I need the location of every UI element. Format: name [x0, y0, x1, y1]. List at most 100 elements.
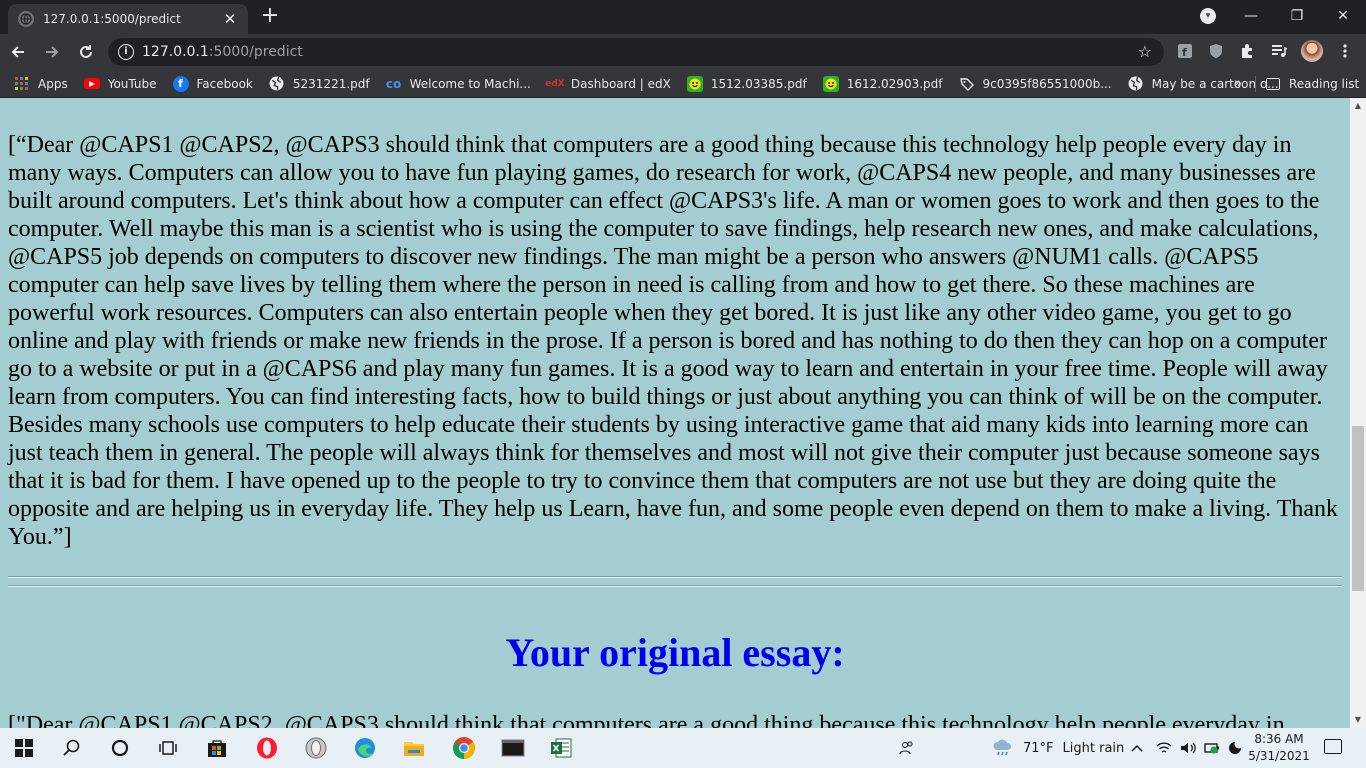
smiley-icon	[822, 75, 839, 92]
bookmark-label: May be a cartoon o...	[1151, 76, 1279, 91]
tag-icon	[959, 76, 975, 92]
volume-icon[interactable]	[1179, 736, 1199, 760]
opera-gx-icon[interactable]	[304, 736, 328, 760]
close-tab-icon[interactable]: ✕	[222, 10, 238, 28]
youtube-icon	[83, 78, 100, 89]
reading-list-button[interactable]: Reading list	[1266, 70, 1359, 98]
menu-kebab-icon[interactable]	[1336, 42, 1354, 60]
bookmark-label: Facebook	[196, 76, 253, 91]
cortana-icon[interactable]	[108, 736, 132, 760]
bookmark-label: YouTube	[107, 76, 157, 91]
bookmarks-divider	[1255, 76, 1256, 92]
bookmark-pdf-1512[interactable]: 1512.03385.pdf	[686, 75, 807, 92]
predicted-essay-text: [“Dear @CAPS1 @CAPS2, @CAPS3 should thin…	[8, 132, 1339, 550]
opera-icon[interactable]	[255, 736, 279, 760]
scrollbar-thumb[interactable]	[1352, 426, 1364, 591]
bookmark-facebook[interactable]: f Facebook	[172, 75, 253, 92]
shield-icon[interactable]	[1207, 42, 1225, 60]
search-icon[interactable]	[60, 736, 84, 760]
bookmark-label: Welcome to Machi...	[409, 76, 531, 91]
terminal-icon[interactable]	[500, 736, 526, 760]
globe-icon	[18, 11, 34, 27]
scroll-up-arrow-icon[interactable]: ▲	[1350, 98, 1366, 114]
notification-center-icon[interactable]	[1324, 739, 1342, 754]
original-essay-text: ["Dear @CAPS1 @CAPS2, @CAPS3 should thin…	[8, 712, 1285, 728]
bookmark-9c0395[interactable]: 9c0395f86551000b...	[959, 76, 1112, 92]
forward-button[interactable]	[36, 38, 68, 66]
reading-list-label: Reading list	[1289, 77, 1360, 91]
more-bookmarks-chevron-icon[interactable]: »	[1234, 76, 1242, 91]
chrome-icon[interactable]	[451, 736, 477, 760]
bookmark-label: Dashboard | edX	[570, 76, 671, 91]
apps-grid-icon	[14, 76, 30, 92]
profile-avatar[interactable]	[1301, 40, 1323, 62]
focus-assist-icon[interactable]	[1226, 736, 1244, 760]
globe-icon	[269, 76, 285, 92]
scroll-down-arrow-icon[interactable]: ▼	[1350, 712, 1366, 728]
bookmark-label: 5231221.pdf	[292, 76, 370, 91]
extension-f-icon[interactable]: f	[1176, 42, 1194, 60]
extensions-puzzle-icon[interactable]	[1238, 42, 1256, 60]
reading-list-icon	[1266, 78, 1280, 90]
back-button[interactable]	[2, 38, 34, 66]
horizontal-rule	[8, 585, 1342, 587]
tab-search-icon[interactable]: ▾	[1200, 8, 1216, 24]
bookmark-edx[interactable]: edX Dashboard | edX	[545, 76, 671, 92]
reload-icon	[80, 45, 92, 58]
chevron-up-icon[interactable]	[1128, 736, 1146, 760]
facebook-icon: f	[172, 75, 189, 92]
clock-date: 5/31/2021	[1248, 749, 1310, 763]
task-view-icon[interactable]	[156, 736, 180, 760]
file-explorer-icon[interactable]	[402, 736, 426, 760]
clock-time: 8:36 AM	[1254, 732, 1304, 746]
weather-description: Light rain	[1062, 740, 1125, 756]
globe-icon	[1128, 76, 1144, 92]
media-playlist-icon[interactable]	[1270, 42, 1288, 60]
address-bar[interactable]: i 127.0.0.1:5000/predict ☆	[108, 38, 1164, 66]
browser-toolbar: i 127.0.0.1:5000/predict ☆ f	[0, 34, 1366, 70]
bookmark-welcome-machine[interactable]: co Welcome to Machi...	[386, 76, 531, 92]
edge-icon[interactable]	[353, 736, 377, 760]
original-essay-heading: Your original essay:	[505, 630, 845, 675]
rain-cloud-icon	[993, 739, 1012, 756]
windows-taskbar: 71°F Light rain 8:36 AM 5/31/2021	[0, 728, 1366, 768]
people-icon[interactable]	[895, 736, 919, 760]
back-arrow-icon	[11, 46, 24, 58]
bookmark-label: 1512.03385.pdf	[710, 76, 807, 91]
bookmark-label: 1612.02903.pdf	[846, 76, 943, 91]
tab-title: 127.0.0.1:5000/predict	[43, 12, 181, 26]
bookmark-youtube[interactable]: YouTube	[83, 76, 157, 91]
excel-icon[interactable]	[549, 736, 573, 760]
coursera-icon: co	[385, 76, 402, 91]
bookmark-apps[interactable]: Apps	[14, 76, 68, 92]
weather-temperature: 71°F	[1023, 740, 1054, 756]
bookmark-pdf-5231221[interactable]: 5231221.pdf	[269, 76, 370, 92]
new-tab-button[interactable]: +	[258, 4, 282, 28]
bookmark-pdf-1612[interactable]: 1612.02903.pdf	[822, 75, 943, 92]
url-host: 127.0.0.1	[142, 44, 209, 60]
close-window-button[interactable]: ✕	[1320, 0, 1366, 32]
browser-tab[interactable]: 127.0.0.1:5000/predict ✕	[8, 4, 248, 34]
page-viewport: [“Dear @CAPS1 @CAPS2, @CAPS3 should thin…	[0, 98, 1350, 728]
minimize-button[interactable]: —	[1228, 0, 1274, 32]
windows-start-icon[interactable]	[12, 736, 36, 760]
smiley-icon	[686, 75, 703, 92]
system-clock[interactable]: 8:36 AM 5/31/2021	[1248, 731, 1310, 765]
forward-arrow-icon	[46, 46, 59, 58]
bookmark-label: Apps	[38, 76, 68, 91]
reload-button[interactable]	[70, 38, 102, 66]
page-scrollbar[interactable]: ▲ ▼	[1350, 98, 1366, 728]
maximize-button[interactable]: ❐	[1274, 0, 1320, 32]
wifi-icon[interactable]	[1155, 736, 1173, 760]
weather-widget[interactable]: 71°F Light rain	[992, 728, 1124, 768]
battery-charging-icon[interactable]	[1203, 736, 1221, 760]
microsoft-store-icon[interactable]	[205, 736, 229, 760]
bookmarks-bar: Apps YouTube f Facebook 5231221.pdf co W…	[0, 70, 1366, 98]
url-path: :5000/predict	[208, 44, 303, 60]
bookmark-label: 9c0395f86551000b...	[982, 76, 1112, 91]
bookmark-star-icon[interactable]: ☆	[1138, 42, 1152, 61]
edx-icon: edX	[545, 78, 565, 89]
site-info-icon[interactable]: i	[118, 44, 134, 60]
svg-text:f: f	[1182, 46, 1187, 59]
horizontal-rule	[8, 576, 1342, 578]
